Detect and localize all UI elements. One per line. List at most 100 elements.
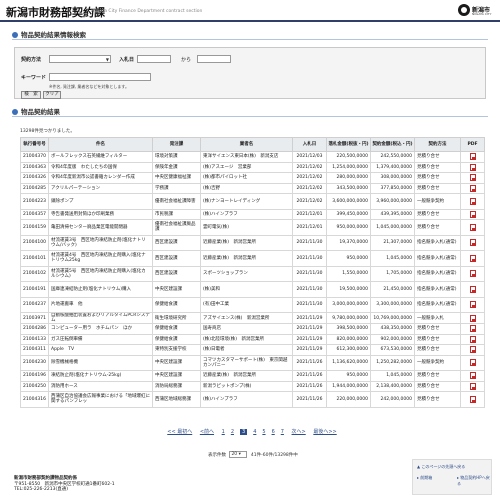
next-page-link[interactable]: 次へ> xyxy=(292,428,306,435)
clear-button[interactable]: クリア xyxy=(43,91,61,99)
vendor-name: 新潟ラピットポンプ(株) xyxy=(200,380,293,392)
item-name: 国庫連凍結防止剤(塩化ナトリウム)購入 xyxy=(48,281,153,298)
contract-amount: 21,450,0000 xyxy=(370,281,415,298)
contract-method: 見積り合せ xyxy=(414,182,461,194)
bid-amount: 612,300,0000 xyxy=(326,344,371,356)
table-row: 21004316 西蒲区自治協議会広報事業における「地域爆紅に関するパンフレッ 西蒲… xyxy=(20,391,485,408)
contract-number: 21003971 xyxy=(20,312,49,324)
bid-date: 2021/11/29 xyxy=(292,333,327,345)
vendor-name: (株)吉野 xyxy=(200,182,293,194)
vendor-name: 東洋サイエンス東日本(株) 新潟支店 xyxy=(200,151,293,163)
bid-date: 2021/11/30 xyxy=(292,281,327,298)
bid-date: 2021/12/01 xyxy=(292,208,327,220)
ordering-department: 保健給食課 xyxy=(152,333,201,345)
pdf-icon[interactable] xyxy=(469,254,476,262)
contract-number: 21004316 xyxy=(20,391,49,408)
pdf-icon[interactable] xyxy=(469,210,476,218)
bid-date: 2021/11/30 xyxy=(292,296,327,313)
pdf-icon[interactable] xyxy=(469,372,476,380)
page-number-link[interactable]: 5 xyxy=(262,429,265,435)
contract-method: 一般競争契約 xyxy=(414,193,461,210)
date-separator: から xyxy=(181,57,192,63)
bid-amount: 1,550,0000 xyxy=(326,265,371,282)
bid-amount: 1,254,000,0000 xyxy=(326,161,371,173)
contract-number: 21004326 xyxy=(20,172,49,184)
results-section-heading: 物品契約結果 xyxy=(12,106,60,116)
item-name: 片地運搬車 他 xyxy=(48,296,153,313)
contract-method: 指名競争入札(通常) xyxy=(414,234,461,251)
pdf-icon[interactable] xyxy=(469,270,476,278)
pdf-icon[interactable] xyxy=(469,285,476,293)
pdf-icon[interactable] xyxy=(469,335,476,343)
per-page-select[interactable]: 20 ▾ xyxy=(229,451,248,458)
contract-method: 見積り合せ xyxy=(414,208,461,220)
date-to-input[interactable] xyxy=(197,55,231,63)
keyword-note: ※件名, 発注課, 業者名などを対象とします。 xyxy=(49,84,130,89)
last-page-link[interactable]: 最後へ>> xyxy=(313,428,336,435)
item-name: ボールフレックス石英繊維フィルター xyxy=(48,151,153,163)
ordering-department: 西区建設課 xyxy=(152,250,201,267)
ordering-department: 中央区健康福祉課 xyxy=(152,172,201,184)
table-row: 21004101 材流運賃4号 西区地内凍結防止剤購入(塩化ナトリウム25kg 西区… xyxy=(20,250,485,267)
range-summary: 41件-60件/13298件中 xyxy=(250,453,298,458)
pdf-cell xyxy=(460,323,485,335)
page-number-link[interactable]: 2 xyxy=(231,429,234,435)
contract-amount: 673,530,0000 xyxy=(370,344,415,356)
footer: 新潟市財務部契約課物品契約係 〒951-8550 新潟市中央区学校町通1番町60… xyxy=(14,476,115,493)
prev-page-nav-link[interactable]: ▸ 前期箱 xyxy=(417,475,432,481)
pdf-icon[interactable] xyxy=(469,184,476,192)
ordering-department: 衛生環境研究所 xyxy=(152,312,201,324)
keyword-input[interactable] xyxy=(49,73,151,81)
contract-method: 指名競争入札(通常) xyxy=(414,281,461,298)
vendor-name: 霊町電気(株) xyxy=(200,219,293,236)
pdf-icon[interactable] xyxy=(469,359,476,367)
pdf-icon[interactable] xyxy=(469,395,476,403)
search-button[interactable]: 検 索 xyxy=(21,91,41,99)
goods-contract-hp-link[interactable]: ▸ 物品契約HPへ戻る xyxy=(457,475,491,487)
date-from-input[interactable] xyxy=(137,55,171,63)
table-row: 21003971 自動核酸抽出装置およびリアルタイムPCRシステム 衛生環境研究所ア… xyxy=(20,312,485,324)
vendor-name: コマツカスタマーサポート(株) 東京関越カンパニー xyxy=(200,354,293,371)
contract-method: 見積り合せ xyxy=(414,344,461,356)
contract-amount: 377,850,0000 xyxy=(370,182,415,194)
item-name: 材流運賃3号 西区地内凍結防止剤(塩化ナトリウム/バック) xyxy=(48,234,153,251)
pdf-icon[interactable] xyxy=(469,314,476,322)
page-number-link[interactable]: 6 xyxy=(272,429,275,435)
item-name: 令和4年度新潟市公認書籍カレンダー作成 xyxy=(48,172,153,184)
page-number-link[interactable]: 3 xyxy=(240,429,248,435)
page-number-link[interactable]: 7 xyxy=(281,429,284,435)
prev-page-link[interactable]: <前へ xyxy=(200,428,214,435)
contract-method: 見積り合せ xyxy=(414,323,461,335)
item-name: ガス圧転倒車備 xyxy=(48,333,153,345)
contract-amount: 10,769,000,0000 xyxy=(370,312,415,324)
pdf-icon[interactable] xyxy=(469,301,476,309)
pdf-icon[interactable] xyxy=(469,382,476,390)
pdf-icon[interactable] xyxy=(469,223,476,231)
table-row: 21004286 コンピューター用ラ ホチムパン ほか 保健給食課 国寿商店 2021/… xyxy=(20,323,485,335)
method-select[interactable]: ▼ xyxy=(49,55,111,63)
pdf-icon[interactable] xyxy=(469,197,476,205)
contract-number: 21004237 xyxy=(20,296,49,313)
page-number-link[interactable]: 1 xyxy=(222,429,225,435)
pdf-cell xyxy=(460,312,485,324)
pdf-icon[interactable] xyxy=(469,346,476,354)
city-logo[interactable]: 新潟市 NIIGATA CITY xyxy=(458,4,494,18)
pdf-icon[interactable] xyxy=(469,153,476,161)
table-row: 21004326 令和4年度新潟市公認書籍カレンダー作成 中央区健康福祉課 (株)都市… xyxy=(20,172,485,184)
pdf-icon[interactable] xyxy=(469,163,476,171)
contract-amount: 1,250,282,0000 xyxy=(370,354,415,371)
contract-number: 21004285 xyxy=(20,182,49,194)
pdf-cell xyxy=(460,172,485,184)
pdf-cell xyxy=(460,380,485,392)
page-number-link[interactable]: 4 xyxy=(253,429,256,435)
contract-method: 見積り合せ xyxy=(414,333,461,345)
pdf-icon[interactable] xyxy=(469,325,476,333)
contract-amount: 21,307,0000 xyxy=(370,234,415,251)
pdf-icon[interactable] xyxy=(469,239,476,247)
bid-date: 2021/11/30 xyxy=(292,234,327,251)
pagination: << 最初へ <前へ 12345 67 次へ> 最後へ>> xyxy=(20,428,484,440)
pdf-icon[interactable] xyxy=(469,174,476,182)
contract-amount: 1,705,0000 xyxy=(370,265,415,282)
back-to-top-link[interactable]: ▲ このページの先頭へ戻る xyxy=(417,464,465,470)
first-page-link[interactable]: << 最初へ xyxy=(167,428,192,435)
